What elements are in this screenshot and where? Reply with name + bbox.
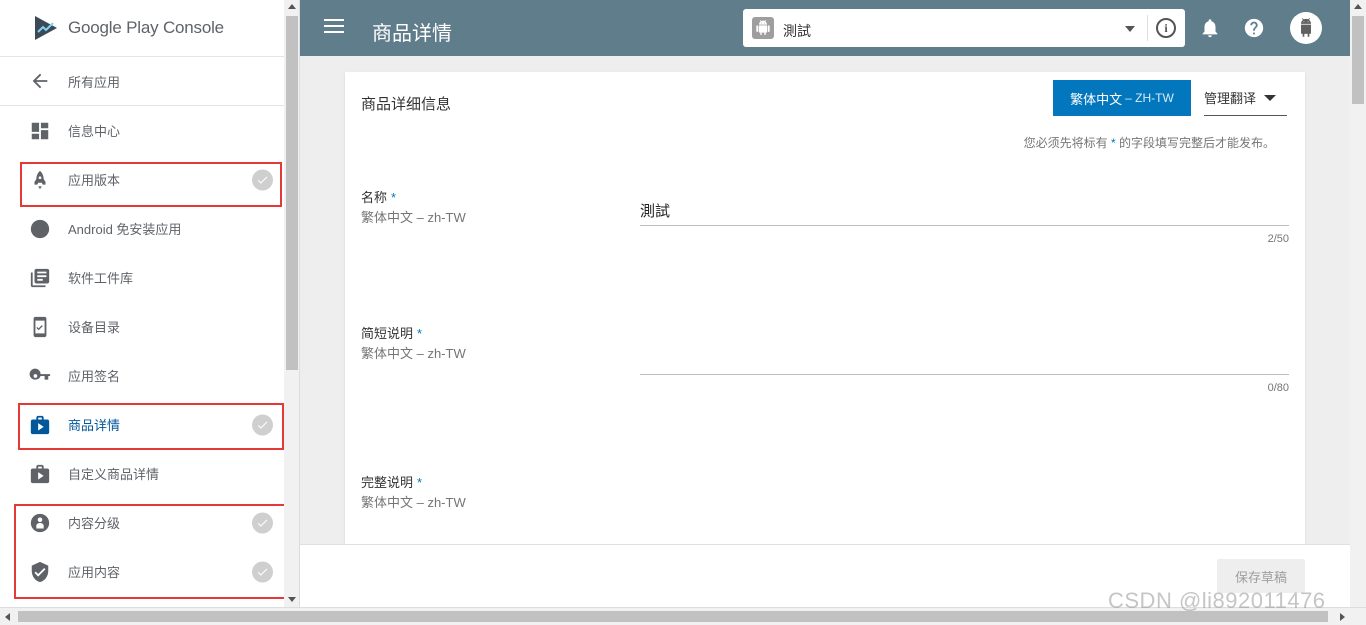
- divider: [1147, 15, 1148, 41]
- arrow-back-icon: [29, 70, 51, 92]
- help-icon[interactable]: [1243, 17, 1265, 39]
- check-icon: [252, 414, 273, 435]
- title-field-language: 繁体中文 – zh-TW: [361, 210, 466, 225]
- account-avatar[interactable]: [1290, 12, 1322, 44]
- sidebar-item-label: 内容分级: [68, 516, 121, 531]
- selected-app-name: 測試: [783, 23, 811, 39]
- short-description-label: 简短说明 *: [361, 326, 423, 341]
- watermark: CSDN @li892011476: [1108, 588, 1326, 613]
- sidebar-item-store-listing[interactable]: 商品详情: [0, 400, 284, 449]
- sidebar-item-all-apps[interactable]: 所有应用: [0, 57, 284, 106]
- notifications-bell-icon[interactable]: [1199, 17, 1221, 39]
- sidebar-item-instant-apps[interactable]: Android 免安装应用: [0, 204, 284, 253]
- title-field-label: 名称 *: [361, 190, 397, 205]
- key-icon: [29, 365, 51, 387]
- required-fields-note: 您必须先将标有 * 的字段填写完整后才能发布。: [1023, 136, 1275, 150]
- sidebar-item-label: 信息中心: [68, 124, 121, 139]
- full-description-language: 繁体中文 – zh-TW: [361, 495, 466, 510]
- top-app-bar: 商品详情 測試 i: [300, 0, 1350, 56]
- sidebar-item-label: 软件工件库: [68, 271, 134, 286]
- manage-translations-label: 管理翻译: [1204, 91, 1257, 106]
- manage-translations-dropdown[interactable]: 管理翻译: [1204, 80, 1287, 116]
- sidebar-item-app-content[interactable]: 应用内容: [0, 547, 284, 596]
- short-description-language: 繁体中文 – zh-TW: [361, 346, 466, 361]
- library-icon: [29, 267, 51, 289]
- full-description-label: 完整说明 *: [361, 475, 423, 490]
- scroll-up-icon[interactable]: [1354, 4, 1362, 9]
- rocket-icon: [29, 169, 51, 191]
- scroll-up-icon[interactable]: [288, 4, 296, 9]
- store-listing-card: 商品详细信息 繁体中文 – ZH-TW 管理翻译 您必须先将标有 * 的字段填写…: [345, 72, 1305, 544]
- check-icon: [252, 169, 273, 190]
- sidebar-item-content-rating[interactable]: 内容分级: [0, 498, 284, 547]
- card-title: 商品详细信息: [361, 96, 452, 113]
- check-icon: [252, 512, 273, 533]
- sidebar-item-label: 设备目录: [68, 320, 121, 335]
- sidebar-item-label: 应用版本: [68, 173, 121, 188]
- sidebar-item-app-releases[interactable]: 应用版本: [0, 155, 284, 204]
- sidebar-item-app-signing[interactable]: 应用签名: [0, 351, 284, 400]
- short-description-char-count: 0/80: [1267, 382, 1289, 394]
- language-name: 繁体中文: [1070, 91, 1123, 107]
- sidebar-item-artifact-library[interactable]: 软件工件库: [0, 253, 284, 302]
- caret-down-icon: [1264, 94, 1277, 101]
- scrollbar-thumb[interactable]: [1352, 16, 1364, 104]
- scroll-left-icon[interactable]: [5, 613, 10, 621]
- sidebar-item-label: Android 免安装应用: [68, 222, 182, 237]
- sidebar-item-label: 应用签名: [68, 369, 121, 384]
- title-input[interactable]: 測試: [640, 200, 1289, 226]
- sidebar-item-label: 所有应用: [68, 74, 121, 90]
- sidebar-item-label: 自定义商品详情: [68, 467, 160, 482]
- info-icon[interactable]: i: [1156, 18, 1176, 38]
- sidebar-item-label: 商品详情: [68, 418, 121, 433]
- sidebar-item-custom-listing[interactable]: 自定义商品详情: [0, 449, 284, 498]
- page-title: 商品详情: [372, 23, 452, 45]
- scroll-right-icon[interactable]: [1340, 613, 1345, 621]
- brand-name: Google Play Console: [68, 18, 224, 37]
- content-rating-icon: [29, 512, 51, 534]
- language-code: – ZH-TW: [1125, 91, 1174, 105]
- custom-listing-icon: [29, 463, 51, 485]
- sidebar-scrollbar[interactable]: [284, 0, 299, 607]
- play-console-logo-icon: [35, 16, 57, 40]
- menu-icon[interactable]: [324, 19, 344, 37]
- store-listing-icon: [29, 414, 51, 436]
- device-catalog-icon: [29, 316, 51, 338]
- sidebar-item-dashboard[interactable]: 信息中心: [0, 106, 284, 155]
- instant-app-icon: [29, 218, 51, 240]
- android-icon: [1301, 18, 1311, 37]
- android-icon: [752, 17, 774, 39]
- scroll-down-icon[interactable]: [288, 597, 296, 602]
- main-scrollbar[interactable]: [1350, 0, 1366, 607]
- sidebar-nav: 所有应用 信息中心 应用版本 Android 免安装应用 软件工件库 设备目录 …: [0, 57, 284, 596]
- chevron-down-icon: [1125, 26, 1135, 32]
- short-description-input[interactable]: [640, 347, 1289, 375]
- dashboard-icon: [29, 120, 51, 142]
- brand-header[interactable]: Google Play Console: [0, 0, 284, 57]
- app-selector[interactable]: 測試 i: [743, 9, 1185, 47]
- sidebar: Google Play Console 所有应用 信息中心 应用版本 Andro…: [0, 0, 300, 607]
- shield-icon: [29, 561, 51, 583]
- sidebar-item-label: 应用内容: [68, 565, 121, 580]
- sidebar-item-device-catalog[interactable]: 设备目录: [0, 302, 284, 351]
- scrollbar-thumb[interactable]: [286, 16, 298, 370]
- check-icon: [252, 561, 273, 582]
- language-button[interactable]: 繁体中文 – ZH-TW: [1053, 80, 1191, 116]
- title-char-count: 2/50: [1267, 233, 1289, 245]
